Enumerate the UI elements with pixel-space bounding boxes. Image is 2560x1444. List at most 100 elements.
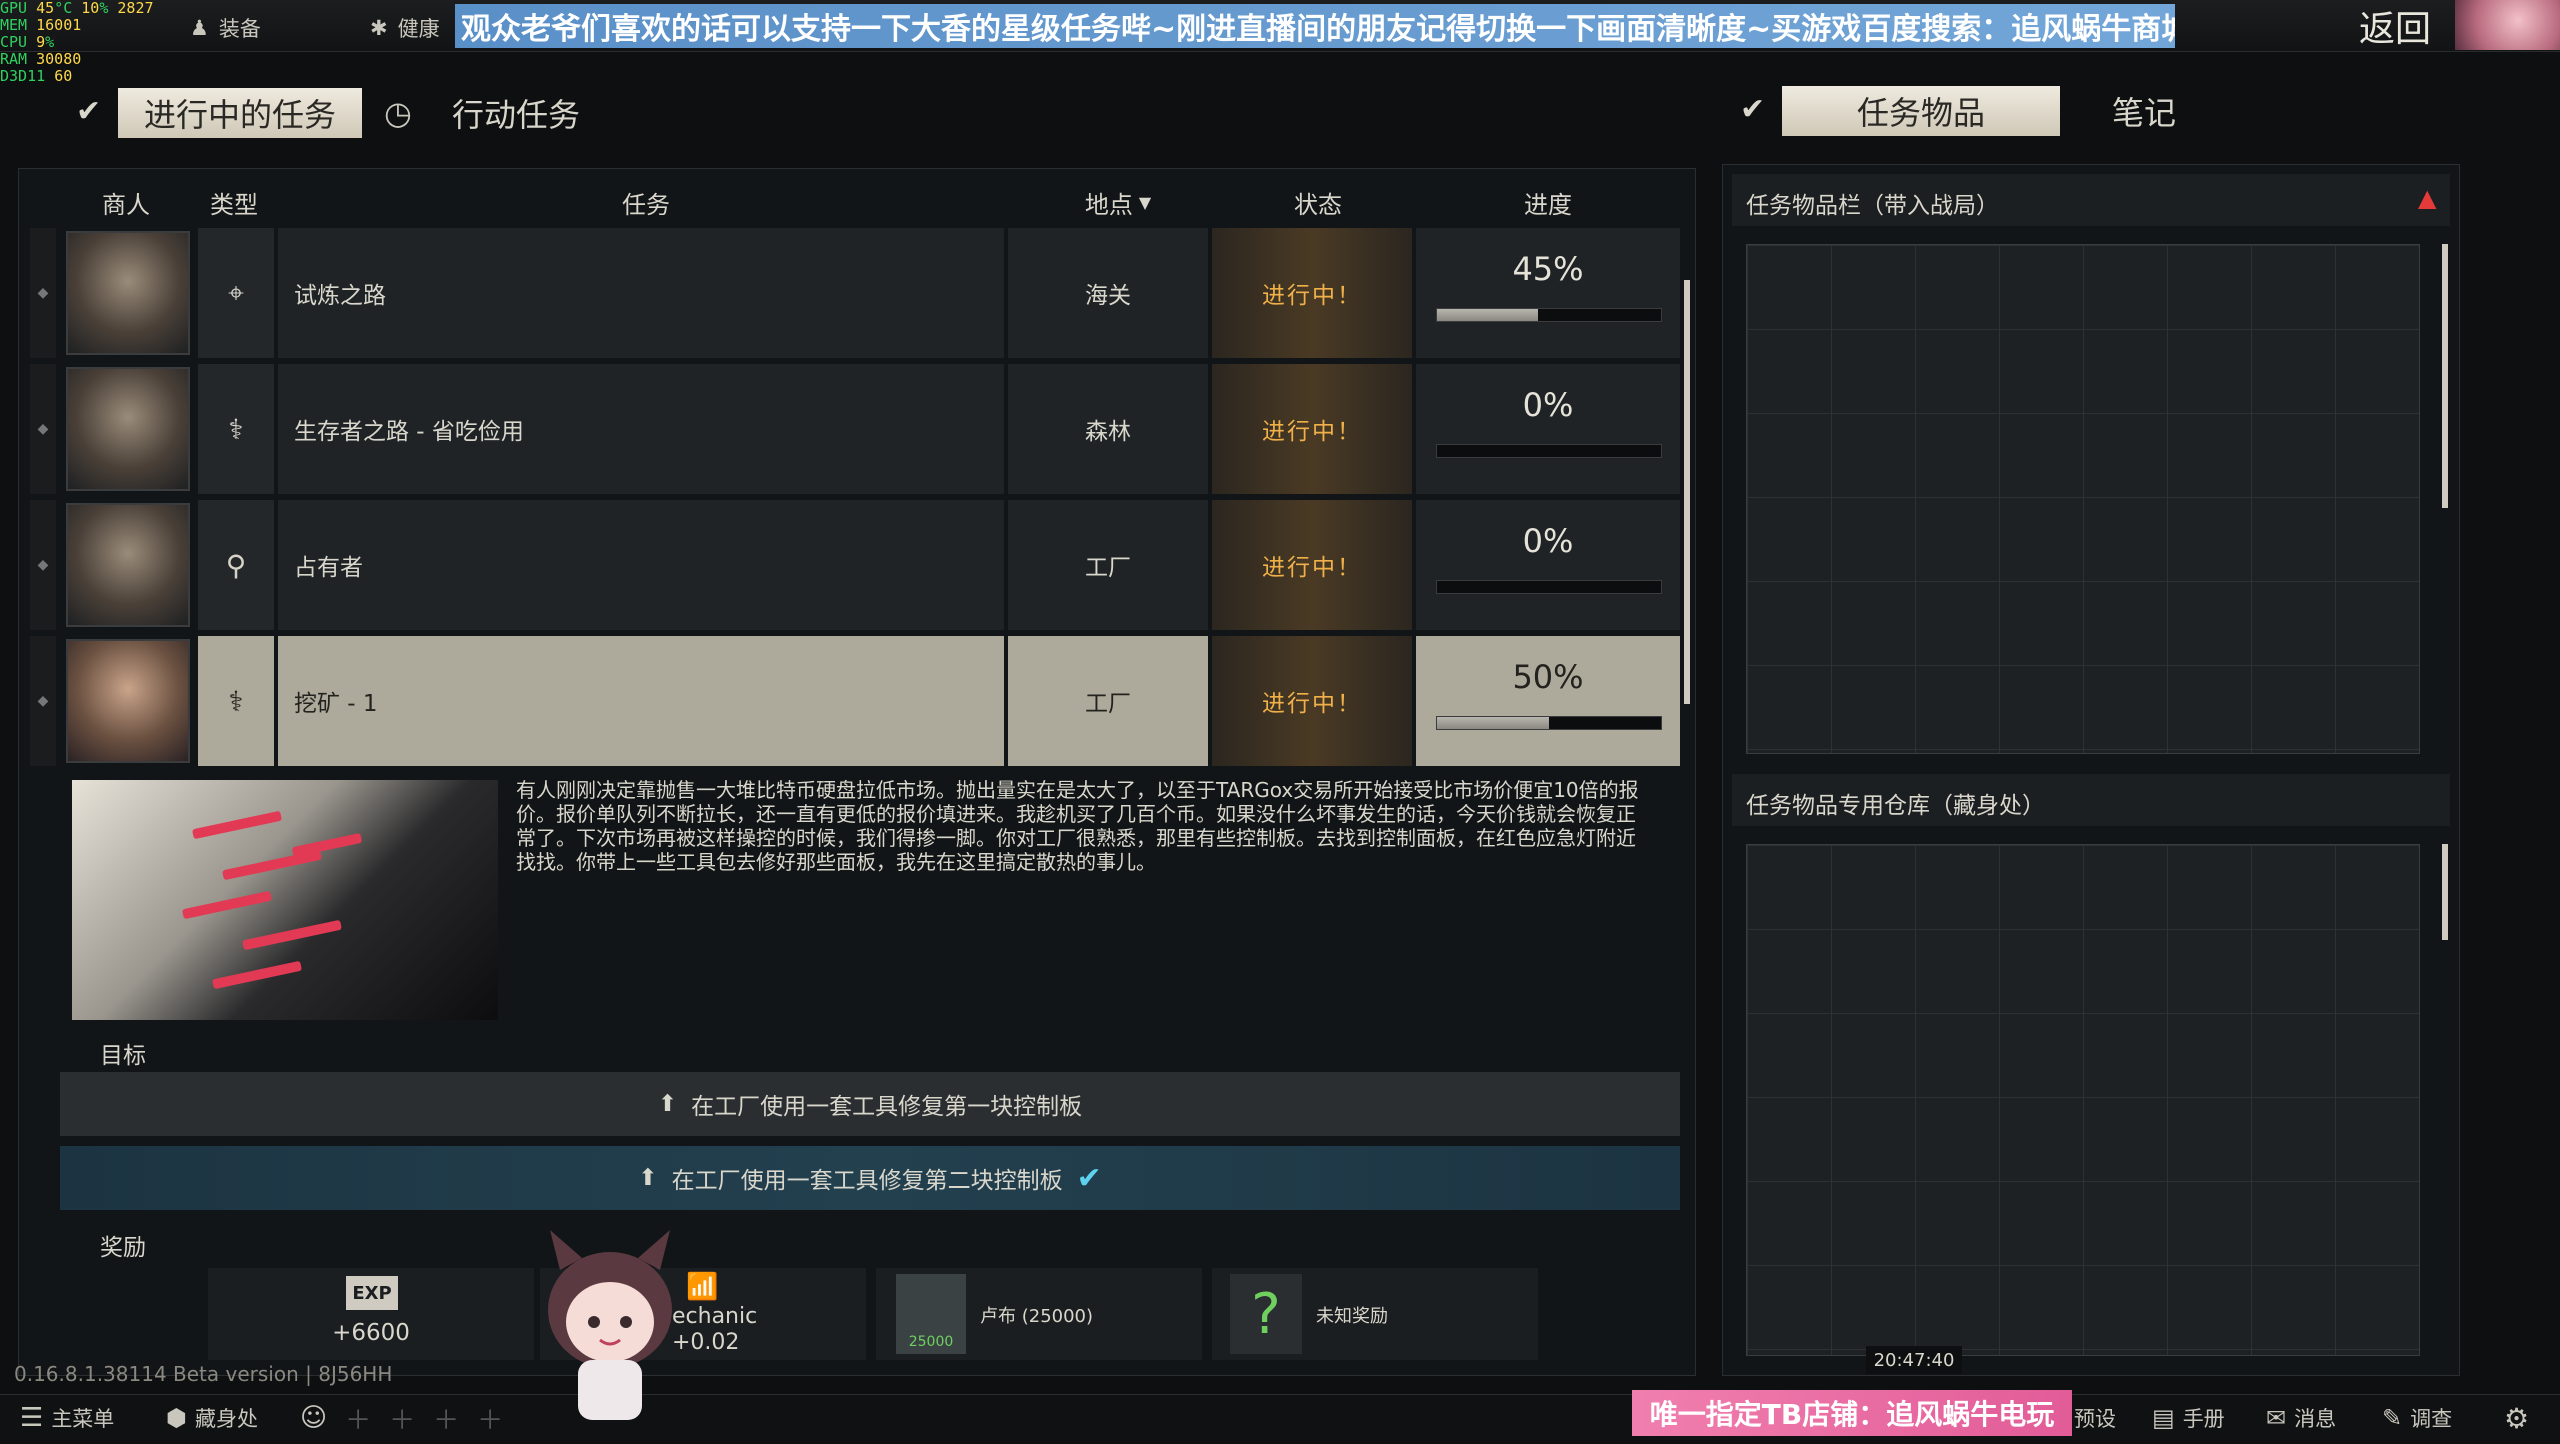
quest-description: 有人刚刚决定靠抛售一大堆比特币硬盘拉低市场。抛出量实在是太大了，以至于TARGo… xyxy=(516,778,1639,874)
header-status[interactable]: 状态 xyxy=(1218,180,1418,224)
reward-unknown: ? 未知奖励 xyxy=(1212,1268,1538,1360)
warning-icon: ▲ xyxy=(2418,184,2437,212)
trader-portrait xyxy=(66,639,190,763)
quest-items-title: 任务物品栏（带入战局） xyxy=(1746,193,1999,219)
mascot-sticker xyxy=(520,1230,700,1440)
tab-quest-items[interactable]: 任务物品 xyxy=(1782,86,2060,136)
header-progress[interactable]: 进度 xyxy=(1416,180,1680,224)
header-location[interactable]: 地点 ▼ xyxy=(1008,180,1228,224)
gear-icon: ♟ xyxy=(190,16,209,40)
version-text: 0.16.8.1.38114 Beta version | 8J56HH xyxy=(14,1362,393,1386)
reward-roubles: 25000 卢布 (25000) xyxy=(876,1268,1202,1360)
quest-location: 海关 xyxy=(1008,228,1208,358)
settings-button[interactable]: ⚙ xyxy=(2504,1398,2529,1438)
progress-bar xyxy=(1436,716,1662,730)
quest-name: 试炼之路 xyxy=(278,228,1004,358)
progress-fill xyxy=(1437,309,1538,321)
quest-status: 进行中！ xyxy=(1212,228,1412,358)
quest-items-header: 任务物品栏（带入战局） ▲ xyxy=(1732,174,2450,226)
progress-percent: 0% xyxy=(1522,386,1574,424)
roubles-label: 卢布 (25000) xyxy=(980,1306,1094,1327)
progress-percent: 45% xyxy=(1512,250,1584,288)
tab-operation-tasks[interactable]: 行动任务 xyxy=(452,90,580,136)
location-pin-icon: ⚲ xyxy=(198,500,274,630)
quest-image xyxy=(72,780,498,1020)
drag-handle-icon[interactable]: ◆ xyxy=(30,636,56,766)
clock-icon: ◷ xyxy=(384,94,412,132)
roubles-icon: 25000 xyxy=(896,1274,966,1354)
quest-name: 占有者 xyxy=(278,500,1004,630)
messages-button[interactable]: ✉ 消息 xyxy=(2266,1398,2336,1438)
quest-progress: 0% xyxy=(1416,364,1680,494)
back-button[interactable]: 返回 xyxy=(2340,2,2450,50)
progress-bar xyxy=(1436,444,1662,458)
drag-handle-icon[interactable]: ◆ xyxy=(30,228,56,358)
objectives-label: 目标 xyxy=(100,1043,146,1069)
progress-fill xyxy=(1437,717,1549,729)
health-icon: ✱ xyxy=(370,16,388,40)
stash-title: 任务物品专用仓库（藏身处） xyxy=(1746,793,2045,819)
quest-row-1[interactable]: ◆ ⌖ 试炼之路 海关 进行中！ 45% xyxy=(30,228,1682,358)
drag-handle-icon[interactable]: ◆ xyxy=(30,500,56,630)
quest-row-3[interactable]: ◆ ⚲ 占有者 工厂 进行中！ 0% xyxy=(30,500,1682,630)
stash-grid[interactable] xyxy=(1746,844,2420,1356)
quest-progress: 50% xyxy=(1416,636,1680,766)
reward-exp: EXP +6600 xyxy=(208,1268,534,1360)
nav-health[interactable]: ✱ 健康 xyxy=(370,8,440,48)
tab-active-quests[interactable]: 进行中的任务 xyxy=(118,88,362,138)
progress-bar xyxy=(1436,580,1662,594)
objective-1[interactable]: ⬆ 在工厂使用一套工具修复第一块控制板 xyxy=(60,1072,1680,1136)
timestamp: 20:47:40 xyxy=(1866,1346,1962,1374)
quest-name: 生存者之路 - 省吃俭用 xyxy=(278,364,1004,494)
survivor-icon: ⚕ xyxy=(198,636,274,766)
menu-icon: ☰ xyxy=(20,1403,44,1433)
add-slot-icon[interactable]: ＋ xyxy=(477,1400,503,1437)
survey-button[interactable]: ✎ 调查 xyxy=(2382,1398,2452,1438)
handbook-button[interactable]: ▤ 手册 xyxy=(2152,1398,2225,1438)
stream-banner: 观众老爷们喜欢的话可以支持一下大香的星级任务哔~刚进直播间的朋友记得切换一下画面… xyxy=(455,4,2175,48)
trader-portrait xyxy=(66,231,190,355)
stash-header: 任务物品专用仓库（藏身处） xyxy=(1732,774,2450,826)
header-trader[interactable]: 商人 xyxy=(66,180,186,224)
header-type[interactable]: 类型 xyxy=(196,180,272,224)
add-slot-icon[interactable]: ＋ xyxy=(345,1400,371,1437)
tab-notes[interactable]: 笔记 xyxy=(2112,88,2176,134)
quest-location: 工厂 xyxy=(1008,636,1208,766)
messages-icon: ✉ xyxy=(2266,1404,2287,1432)
rewards-label: 奖励 xyxy=(100,1235,146,1261)
add-slot-icon[interactable]: ＋ xyxy=(433,1400,459,1437)
unknown-reward-label: 未知奖励 xyxy=(1316,1306,1388,1327)
objective-marker-icon: ⬆ xyxy=(638,1165,658,1191)
quick-slots: ☺ ＋ ＋ ＋ ＋ xyxy=(300,1398,503,1438)
shop-banner: 唯一指定TB店铺：追风蜗牛电玩 xyxy=(1632,1390,2072,1436)
progress-percent: 0% xyxy=(1522,522,1574,560)
presets-button[interactable]: 预设 xyxy=(2074,1398,2116,1438)
progress-bar xyxy=(1436,308,1662,322)
quest-items-scrollbar[interactable] xyxy=(2442,244,2448,508)
survey-icon: ✎ xyxy=(2382,1404,2403,1432)
quest-row-2[interactable]: ◆ ⚕ 生存者之路 - 省吃俭用 森林 进行中！ 0% xyxy=(30,364,1682,494)
stash-scrollbar[interactable] xyxy=(2442,844,2448,940)
nav-gear[interactable]: ♟ 装备 xyxy=(190,8,261,48)
quest-items-check-icon: ✔ xyxy=(1740,92,1766,127)
quest-location: 工厂 xyxy=(1008,500,1208,630)
hideout-icon: ⬢ xyxy=(166,1404,187,1432)
quest-list-scrollbar[interactable] xyxy=(1684,280,1690,704)
quest-row-4[interactable]: ◆ ⚕ 挖矿 - 1 工厂 进行中！ 50% xyxy=(30,636,1682,766)
exp-badge: EXP xyxy=(346,1276,398,1310)
add-slot-icon[interactable]: ＋ xyxy=(389,1400,415,1437)
hideout-button[interactable]: ⬢ 藏身处 xyxy=(166,1398,258,1438)
trader-portrait xyxy=(66,367,190,491)
header-quest[interactable]: 任务 xyxy=(278,180,1014,224)
drag-handle-icon[interactable]: ◆ xyxy=(30,364,56,494)
unknown-reward-icon: ? xyxy=(1230,1274,1302,1354)
quest-status: 进行中！ xyxy=(1212,500,1412,630)
quest-items-grid[interactable] xyxy=(1746,244,2420,754)
character-icon[interactable]: ☺ xyxy=(300,1403,327,1433)
objective-2[interactable]: ⬆ 在工厂使用一套工具修复第二块控制板 ✔ xyxy=(60,1146,1680,1210)
quest-progress: 45% xyxy=(1416,228,1680,358)
chevron-down-icon: ▼ xyxy=(1138,192,1152,212)
quest-progress: 0% xyxy=(1416,500,1680,630)
quest-name: 挖矿 - 1 xyxy=(278,636,1004,766)
main-menu-button[interactable]: ☰ 主菜单 xyxy=(20,1398,114,1438)
